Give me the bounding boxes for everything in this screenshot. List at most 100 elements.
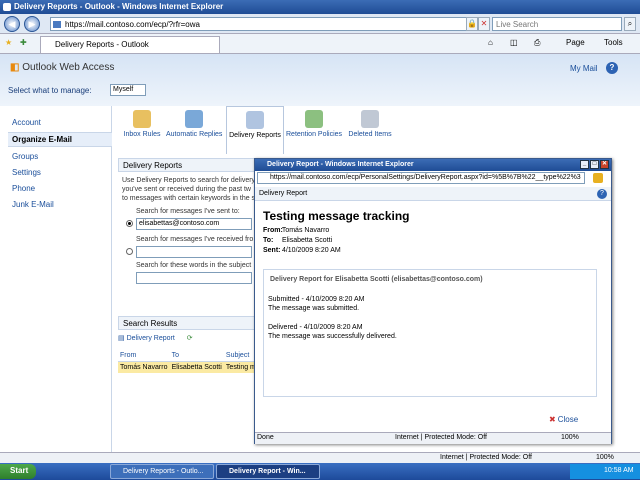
manage-label: Select what to manage: <box>8 86 92 95</box>
security-zone: Internet | Protected Mode: Off <box>440 454 532 461</box>
popup-titlebar: Delivery Report - Windows Internet Explo… <box>255 159 611 171</box>
sidebar-item-settings[interactable]: Settings <box>12 168 41 177</box>
clock: 10:58 AM <box>604 467 634 474</box>
table-header: From To Subject <box>118 350 258 362</box>
popup-zoom[interactable]: 100% <box>561 434 579 441</box>
owa-logo: ◧ Outlook Web Access <box>10 62 115 73</box>
tools-menu[interactable]: Tools <box>604 38 623 47</box>
to-row: To: Elisabetta Scotti <box>263 237 333 244</box>
row-subject: Testing m <box>223 361 258 373</box>
search-icon[interactable]: ⌕ <box>624 17 636 31</box>
sent-row: Sent: 4/10/2009 8:20 AM <box>263 247 341 254</box>
row-from: Tomás Navarro <box>118 361 170 373</box>
delivered-line: Delivered - 4/10/2009 8:20 AM <box>268 324 363 331</box>
sidebar: Account Organize E-Mail Groups Settings … <box>0 106 112 462</box>
column-from[interactable]: From <box>118 350 170 362</box>
add-favorite-icon[interactable]: ✚ <box>20 38 27 47</box>
sent-to-input[interactable]: elisabettas@contoso.com <box>136 218 252 230</box>
received-from-radio[interactable] <box>126 248 133 255</box>
home-icon[interactable]: ⌂ <box>488 38 493 47</box>
forward-icon[interactable]: ▶ <box>24 16 40 32</box>
ie-icon <box>3 3 11 11</box>
close-button[interactable]: Close <box>549 415 578 424</box>
tab-title: Delivery Reports - Outlook <box>55 40 149 49</box>
nav-bar: ◀ ▶ https://mail.contoso.com/ecp/?rfr=ow… <box>0 14 640 34</box>
start-button[interactable]: Start <box>0 464 36 479</box>
window-title: Delivery Reports - Outlook - Windows Int… <box>14 2 224 11</box>
report-icon: ▤ <box>118 335 125 342</box>
address-text: https://mail.contoso.com/ecp/?rfr=owa <box>65 20 200 29</box>
report-box: Delivery Report for Elisabetta Scotti (e… <box>263 269 597 397</box>
my-mail-link[interactable]: My Mail <box>570 64 598 73</box>
owa-header: ◧ Outlook Web Access My Mail ? Select wh… <box>0 54 640 106</box>
delivery-reports-icon <box>246 111 264 129</box>
stop-icon[interactable]: ✕ <box>478 17 490 31</box>
tab-delivery-reports[interactable]: Delivery Reports <box>226 106 284 154</box>
automatic-replies-icon <box>185 110 203 128</box>
message-subject: Testing message tracking <box>263 209 410 223</box>
received-from-input[interactable] <box>136 246 252 258</box>
report-title: Delivery Report for Elisabetta Scotti (e… <box>270 276 483 283</box>
taskbar: Start Delivery Reports - Outlo... Delive… <box>0 463 640 480</box>
sent-to-radio[interactable] <box>126 220 133 227</box>
sidebar-item-junk-email[interactable]: Junk E-Mail <box>12 200 54 209</box>
popup-address-bar[interactable]: https://mail.contoso.com/ecp/PersonalSet… <box>257 172 585 184</box>
received-from-label: Search for messages I've received fro <box>136 236 254 243</box>
browser-tab[interactable]: Delivery Reports - Outlook <box>40 36 220 53</box>
tab-inbox-rules[interactable]: Inbox Rules <box>120 106 164 154</box>
search-input[interactable]: Live Search <box>492 17 622 31</box>
minimize-icon[interactable]: _ <box>580 160 589 169</box>
search-results-header: Search Results <box>118 316 258 330</box>
retention-policies-icon <box>305 110 323 128</box>
inbox-rules-icon <box>133 110 151 128</box>
tab-deleted-items[interactable]: Deleted Items <box>346 106 394 154</box>
manage-select[interactable]: Myself <box>110 84 146 96</box>
lock-icon[interactable]: 🔒 <box>466 17 478 31</box>
tab-retention-policies[interactable]: Retention Policies <box>286 106 342 154</box>
row-to: Elisabetta Scotti <box>169 361 224 373</box>
close-window-icon[interactable]: ✕ <box>600 160 609 169</box>
popup-lock-icon[interactable] <box>593 173 603 183</box>
back-icon[interactable]: ◀ <box>4 16 20 32</box>
sent-to-label: Search for messages I've sent to: <box>136 208 240 215</box>
delivery-report-button[interactable]: ▤ Delivery Report ⟳ <box>118 334 193 342</box>
taskbar-item-delivery-reports[interactable]: Delivery Reports - Outlo... <box>110 464 214 479</box>
feeds-icon[interactable]: ◫ <box>510 38 518 47</box>
page-menu[interactable]: Page <box>566 38 585 47</box>
column-to[interactable]: To <box>169 350 224 362</box>
popup-title: Delivery Report - Windows Internet Explo… <box>267 161 414 168</box>
window-titlebar: Delivery Reports - Outlook - Windows Int… <box>0 0 640 14</box>
popup-header: Delivery Report ? <box>255 187 611 201</box>
sidebar-item-account[interactable]: Account <box>12 118 41 127</box>
subject-words-input[interactable] <box>136 272 252 284</box>
sidebar-item-groups[interactable]: Groups <box>12 152 38 161</box>
delivery-reports-header: Delivery Reports <box>118 158 258 172</box>
delivery-report-window: Delivery Report - Windows Internet Explo… <box>254 158 612 444</box>
from-row: From: Tomás Navarro <box>263 227 330 234</box>
submitted-line: Submitted - 4/10/2009 8:20 AM <box>268 296 365 303</box>
status-bar: Internet | Protected Mode: Off 100% <box>0 452 640 463</box>
page-icon <box>53 21 61 28</box>
refresh-icon[interactable]: ⟳ <box>187 335 193 342</box>
taskbar-item-delivery-report[interactable]: Delivery Report - Win... <box>216 464 320 479</box>
column-subject[interactable]: Subject <box>223 350 258 362</box>
popup-help-icon[interactable]: ? <box>597 189 607 199</box>
address-bar[interactable]: https://mail.contoso.com/ecp/?rfr=owa <box>50 17 480 31</box>
favorites-star-icon[interactable]: ★ <box>5 38 12 47</box>
help-icon[interactable]: ? <box>606 62 618 74</box>
zoom-level[interactable]: 100% <box>596 454 614 461</box>
popup-status-bar: Done Internet | Protected Mode: Off 100% <box>255 432 611 444</box>
deleted-items-icon <box>361 110 379 128</box>
sidebar-item-organize-email[interactable]: Organize E-Mail <box>8 132 112 147</box>
print-icon[interactable]: ⎙ <box>534 38 540 48</box>
table-row[interactable]: Tomás Navarro Elisabetta Scotti Testing … <box>118 361 258 373</box>
sidebar-item-phone[interactable]: Phone <box>12 184 35 193</box>
panel-description: Use Delivery Reports to search for deliv… <box>122 177 256 202</box>
submitted-message: The message was submitted. <box>268 305 360 312</box>
favorites-bar: ★ ✚ Delivery Reports - Outlook ⌂ ◫ ⎙ Pag… <box>0 34 640 54</box>
subject-words-label: Search for these words in the subject <box>136 262 252 269</box>
delivered-message: The message was successfully delivered. <box>268 333 397 340</box>
tab-automatic-replies[interactable]: Automatic Replies <box>166 106 222 154</box>
system-tray: 10:58 AM <box>570 464 640 479</box>
maximize-icon[interactable]: □ <box>590 160 599 169</box>
